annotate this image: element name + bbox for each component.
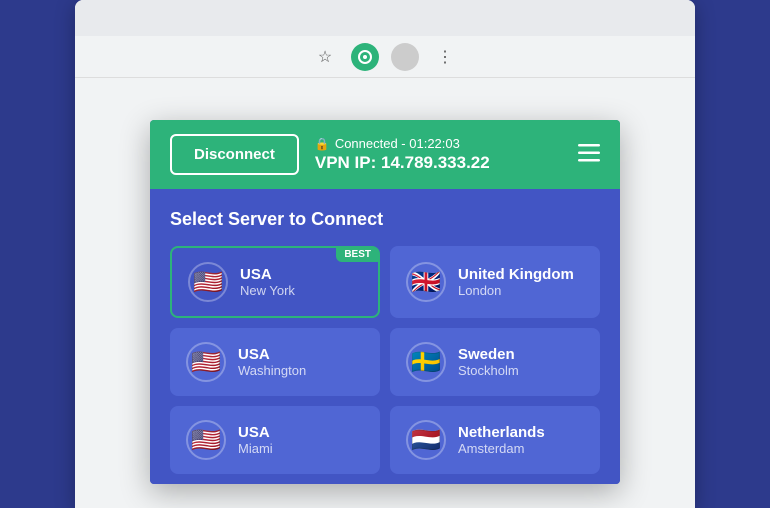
- vpn-icon-svg: [357, 49, 373, 65]
- server-country-sweden-stockholm: Sweden: [458, 346, 519, 363]
- server-city-usa-newyork: New York: [240, 283, 295, 298]
- server-card-sweden-stockholm[interactable]: 🇸🇪 SwedenStockholm: [390, 328, 600, 396]
- flag-usa-washington: 🇺🇸: [186, 342, 226, 382]
- flag-usa-miami: 🇺🇸: [186, 420, 226, 460]
- server-card-usa-miami[interactable]: 🇺🇸 USAMiami: [170, 406, 380, 474]
- best-badge: BEST: [336, 247, 379, 262]
- server-city-sweden-stockholm: Stockholm: [458, 363, 519, 378]
- server-country-usa-washington: USA: [238, 346, 306, 363]
- server-grid: BEST🇺🇸USANew York🇬🇧United KingdomLondon🇺…: [170, 246, 600, 474]
- browser-toolbar: ☆ ⋮: [75, 36, 695, 78]
- server-info-sweden-stockholm: SwedenStockholm: [458, 346, 519, 378]
- flag-netherlands-amsterdam: 🇳🇱: [406, 420, 446, 460]
- server-info-netherlands-amsterdam: NetherlandsAmsterdam: [458, 424, 545, 456]
- server-city-uk-london: London: [458, 283, 574, 298]
- lock-icon: 🔒: [315, 137, 330, 151]
- server-country-usa-newyork: USA: [240, 266, 295, 283]
- vpn-app-window: Disconnect 🔒 Connected - 01:22:03 VPN IP…: [150, 120, 620, 484]
- server-info-uk-london: United KingdomLondon: [458, 266, 574, 298]
- hamburger-menu-icon[interactable]: [578, 144, 600, 166]
- bookmark-icon[interactable]: ☆: [311, 43, 339, 71]
- server-country-netherlands-amsterdam: Netherlands: [458, 424, 545, 441]
- more-options-icon[interactable]: ⋮: [431, 43, 459, 71]
- flag-uk-london: 🇬🇧: [406, 262, 446, 302]
- browser-tab-bar: [75, 0, 695, 36]
- connection-info: 🔒 Connected - 01:22:03 VPN IP: 14.789.33…: [315, 136, 578, 173]
- connected-status: 🔒 Connected - 01:22:03: [315, 136, 578, 151]
- vpn-ip-address: VPN IP: 14.789.333.22: [315, 153, 578, 173]
- server-city-usa-miami: Miami: [238, 441, 273, 456]
- server-info-usa-washington: USAWashington: [238, 346, 306, 378]
- server-country-uk-london: United Kingdom: [458, 266, 574, 283]
- server-info-usa-miami: USAMiami: [238, 424, 273, 456]
- vpn-header: Disconnect 🔒 Connected - 01:22:03 VPN IP…: [150, 120, 620, 189]
- server-card-uk-london[interactable]: 🇬🇧 United KingdomLondon: [390, 246, 600, 318]
- flag-usa-newyork: 🇺🇸: [188, 262, 228, 302]
- vpn-extension-icon[interactable]: [351, 43, 379, 71]
- server-card-usa-newyork[interactable]: BEST 🇺🇸 USANew York: [170, 246, 380, 318]
- server-card-netherlands-amsterdam[interactable]: 🇳🇱 NetherlandsAmsterdam: [390, 406, 600, 474]
- server-card-usa-washington[interactable]: 🇺🇸 USAWashington: [170, 328, 380, 396]
- profile-icon[interactable]: [391, 43, 419, 71]
- server-city-usa-washington: Washington: [238, 363, 306, 378]
- flag-sweden-stockholm: 🇸🇪: [406, 342, 446, 382]
- disconnect-button[interactable]: Disconnect: [170, 134, 299, 175]
- server-info-usa-newyork: USANew York: [240, 266, 295, 298]
- server-list-title: Select Server to Connect: [170, 209, 600, 230]
- server-country-usa-miami: USA: [238, 424, 273, 441]
- server-list-container: Select Server to Connect BEST🇺🇸USANew Yo…: [150, 189, 620, 484]
- server-city-netherlands-amsterdam: Amsterdam: [458, 441, 545, 456]
- connected-text: Connected - 01:22:03: [335, 136, 460, 151]
